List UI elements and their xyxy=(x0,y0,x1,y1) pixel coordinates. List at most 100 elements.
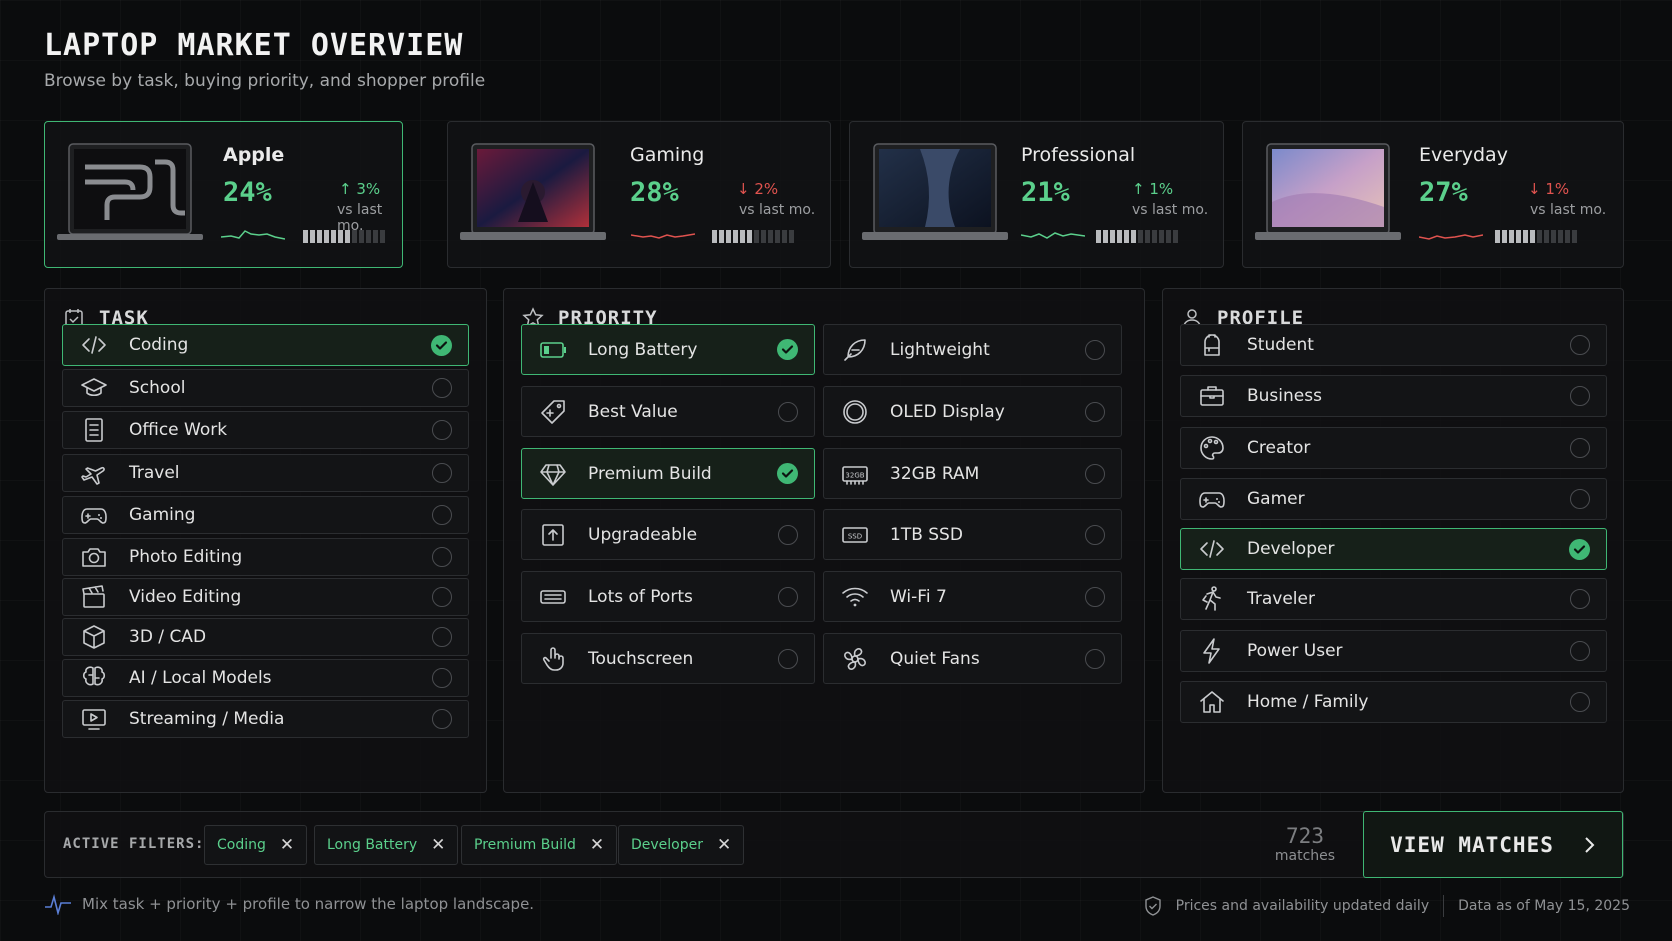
filter-chip-premium-build[interactable]: Premium Build ✕ xyxy=(461,825,618,865)
close-icon[interactable]: ✕ xyxy=(590,835,604,855)
profile-option-student[interactable]: Student xyxy=(1180,324,1607,366)
market-card-professional[interactable]: Professional 21% ↑ 1% vs last mo. xyxy=(849,121,1224,268)
page-title: LAPTOP MARKET OVERVIEW xyxy=(44,28,464,63)
priority-option-best-value[interactable]: Best Value xyxy=(521,386,815,437)
meter-segment xyxy=(733,230,738,243)
priority-option-long-battery[interactable]: Long Battery xyxy=(521,324,815,375)
radio-indicator xyxy=(1570,335,1590,355)
clapperboard-icon xyxy=(82,585,105,608)
card-delta: ↑ 1% xyxy=(1132,180,1174,198)
gamepad-icon xyxy=(1199,492,1225,508)
meter-segment xyxy=(303,230,308,243)
lightning-icon xyxy=(1203,638,1220,664)
task-option-photo-editing[interactable]: Photo Editing xyxy=(62,538,469,576)
meter-segment xyxy=(1544,230,1549,243)
profile-option-business[interactable]: Business xyxy=(1180,375,1607,417)
profile-option-developer[interactable]: Developer xyxy=(1180,528,1607,570)
option-label: Travel xyxy=(129,463,180,483)
market-card-everyday[interactable]: Everyday 27% ↓ 1% vs last mo. xyxy=(1242,121,1624,268)
task-option-school[interactable]: School xyxy=(62,369,469,407)
close-icon[interactable]: ✕ xyxy=(280,835,294,855)
meter-segment xyxy=(1558,230,1563,243)
priority-option-lightweight[interactable]: Lightweight xyxy=(823,324,1122,375)
task-option-streaming-media[interactable]: Streaming / Media xyxy=(62,700,469,738)
meter-segment xyxy=(761,230,766,243)
card-share: 27% xyxy=(1419,177,1468,208)
meter-segment xyxy=(1152,230,1157,243)
meter-segment xyxy=(345,230,350,243)
task-option-gaming[interactable]: Gaming xyxy=(62,496,469,534)
code-icon xyxy=(1200,540,1224,558)
option-label: Long Battery xyxy=(588,339,698,360)
meter-segment xyxy=(1516,230,1521,243)
profile-option-gamer[interactable]: Gamer xyxy=(1180,478,1607,520)
option-label: 1TB SSD xyxy=(890,524,963,545)
profile-option-home-family[interactable]: Home / Family xyxy=(1180,681,1607,723)
task-option-coding[interactable]: Coding xyxy=(62,324,469,366)
filter-chip-long-battery[interactable]: Long Battery ✕ xyxy=(314,825,459,865)
radio-indicator xyxy=(432,668,452,688)
footer-hint: Mix task + priority + profile to narrow … xyxy=(44,893,534,915)
meter-segment xyxy=(1495,230,1500,243)
meter-segment xyxy=(1173,230,1178,243)
priority-option-1tb-ssd[interactable]: SSD 1TB SSD xyxy=(823,509,1122,560)
priority-option-oled-display[interactable]: OLED Display xyxy=(823,386,1122,437)
match-count: 723 matches xyxy=(1274,824,1336,864)
meter-segment xyxy=(1551,230,1556,243)
task-option-travel[interactable]: Travel xyxy=(62,454,469,492)
sparkline xyxy=(1419,234,1483,240)
card-name: Everyday xyxy=(1419,144,1508,166)
priority-option-upgradeable[interactable]: Upgradeable xyxy=(521,509,815,560)
market-card-apple[interactable]: Apple 24% ↑ 3% vs last mo. xyxy=(44,121,403,268)
document-icon xyxy=(85,418,103,442)
monitor-play-icon xyxy=(82,709,106,730)
diamond-icon xyxy=(540,463,566,486)
card-name: Gaming xyxy=(630,144,705,166)
option-label: Upgradeable xyxy=(588,524,698,545)
traveler-icon xyxy=(1202,586,1221,611)
priority-option-touchscreen[interactable]: Touchscreen xyxy=(521,633,815,684)
task-option-office-work[interactable]: Office Work xyxy=(62,411,469,449)
page-subtitle: Browse by task, buying priority, and sho… xyxy=(44,71,486,91)
meter-segment xyxy=(373,230,378,243)
task-option-ai-local-models[interactable]: AI / Local Models xyxy=(62,659,469,697)
option-label: Student xyxy=(1247,335,1314,355)
option-label: Office Work xyxy=(129,420,228,440)
radio-indicator xyxy=(432,547,452,567)
option-label: Wi-Fi 7 xyxy=(890,586,947,607)
meter-segment xyxy=(1103,230,1108,243)
filter-chip-developer[interactable]: Developer ✕ xyxy=(618,825,745,865)
profile-option-power-user[interactable]: Power User xyxy=(1180,630,1607,672)
task-option-video-editing[interactable]: Video Editing xyxy=(62,578,469,616)
priority-option-32gb-ram[interactable]: 32GB 32GB RAM xyxy=(823,448,1122,499)
meter-segment xyxy=(775,230,780,243)
share-meter xyxy=(303,230,385,243)
market-card-gaming[interactable]: Gaming 28% ↓ 2% vs last mo. xyxy=(447,121,831,268)
priority-option-quiet-fans[interactable]: Quiet Fans xyxy=(823,633,1122,684)
radio-indicator xyxy=(778,401,798,422)
priority-option-lots-of-ports[interactable]: Lots of Ports xyxy=(521,571,815,622)
pulse-icon xyxy=(45,893,71,915)
close-icon[interactable]: ✕ xyxy=(431,835,445,855)
option-label: Business xyxy=(1247,386,1322,406)
meter-segment xyxy=(1124,230,1129,243)
close-icon[interactable]: ✕ xyxy=(717,835,731,855)
oled-icon xyxy=(843,399,867,424)
code-icon xyxy=(82,336,106,354)
card-name: Apple xyxy=(223,144,285,166)
shield-check-icon xyxy=(1144,896,1161,916)
option-label: Best Value xyxy=(588,401,678,422)
profile-option-traveler[interactable]: Traveler xyxy=(1180,578,1607,620)
card-delta: ↑ 3% xyxy=(339,180,381,198)
filter-chip-coding[interactable]: Coding ✕ xyxy=(204,825,308,865)
view-matches-button[interactable]: VIEW MATCHES xyxy=(1363,811,1623,878)
gamepad-icon xyxy=(81,508,107,524)
radio-indicator xyxy=(432,463,452,483)
option-label: Coding xyxy=(129,335,189,355)
card-share: 24% xyxy=(223,177,272,208)
profile-option-creator[interactable]: Creator xyxy=(1180,427,1607,469)
priority-option-premium-build[interactable]: Premium Build xyxy=(521,448,815,499)
option-label: Gamer xyxy=(1247,489,1305,509)
priority-option-wi-fi-7[interactable]: Wi-Fi 7 xyxy=(823,571,1122,622)
task-option-3d-cad[interactable]: 3D / CAD xyxy=(62,618,469,656)
